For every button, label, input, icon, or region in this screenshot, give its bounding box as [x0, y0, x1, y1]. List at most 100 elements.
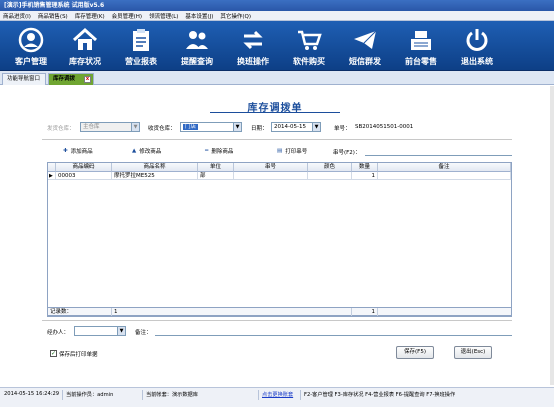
recv-warehouse-value: 门店 [183, 124, 199, 130]
serial-label: 串号(F2)： [333, 150, 361, 156]
change-account-link[interactable]: 点击更换账套 [262, 391, 293, 398]
triangle-up-icon: ▲ [132, 148, 137, 154]
menu-bar: 商品进货(I) 商品销售(S) 库存管理(K) 会员管理(H) 领流管理(L) … [0, 11, 554, 21]
divider [42, 139, 512, 140]
toolbar-shift-button[interactable]: 换班操作 [225, 21, 281, 71]
status-datetime: 2014-05-15 16:24:29 [4, 391, 60, 397]
record-count-value: 1 [112, 308, 352, 316]
add-item-button[interactable]: ✚ 添加商品 [63, 147, 93, 155]
cell-unit[interactable]: 部 [198, 172, 234, 180]
cell-color[interactable] [308, 172, 352, 180]
divider [42, 320, 512, 321]
status-operator: 当前操作员：admin [66, 392, 114, 398]
status-hotkeys: F2-客户管理 F3-库存状况 F4-营业报表 F6-提醒查询 F7-换班操作 [304, 392, 456, 398]
users-icon [182, 25, 212, 55]
printer-icon: ▤ [277, 148, 283, 154]
row-indicator: ▶ [48, 172, 56, 180]
chevron-down-icon: ▼ [131, 123, 139, 131]
toolbar-retail-button[interactable]: 前台零售 [393, 21, 449, 71]
title-underline [210, 112, 340, 113]
status-divider [258, 390, 259, 400]
menu-item-sales[interactable]: 商品销售(S) [38, 12, 68, 20]
chevron-down-icon: ▼ [233, 123, 241, 131]
toolbar-buy-button[interactable]: 软件购买 [281, 21, 337, 71]
tab-transfer-label: 库存调拨 [53, 76, 76, 82]
mail-icon [350, 25, 380, 55]
print-after-save-label: 保存后打印单据 [59, 352, 98, 358]
column-header[interactable]: 备注 [378, 163, 511, 172]
column-header[interactable]: 颜色 [308, 163, 352, 172]
status-bar: 2014-05-15 16:24:29 当前操作员：admin 当前帐套：演示数… [0, 387, 554, 407]
total-qty: 1 [352, 308, 378, 316]
order-number-label: 单号： [334, 126, 351, 132]
cell-code[interactable]: 00003 [56, 172, 112, 180]
toolbar-reminder-button[interactable]: 提醒查询 [169, 21, 225, 71]
cell-name[interactable]: 摩托罗拉ME525 [112, 172, 198, 180]
chevron-down-icon: ▼ [117, 327, 125, 335]
send-warehouse-label: 发货仓库： [47, 126, 75, 132]
status-account: 当前帐套：演示数据库 [146, 392, 198, 398]
main-toolbar: 客户管理 库存状况 营业报表 提醒查询 换班操作 软件购买 短信群发 前台零售 … [0, 21, 554, 71]
grid-footer: 记录数： 1 1 [47, 307, 512, 316]
date-label: 日期： [251, 126, 268, 132]
delete-item-button[interactable]: ━ 删除商品 [205, 147, 233, 155]
column-header[interactable]: 商品名称 [112, 163, 198, 172]
power-icon [462, 25, 492, 55]
register-icon [406, 25, 436, 55]
items-grid: 商品编码 商品名称 单位 串号 颜色 数量 备注 ▶ 00003 摩托罗拉ME5… [47, 162, 512, 317]
column-header[interactable]: 单位 [198, 163, 234, 172]
menu-item-flow[interactable]: 领流管理(L) [149, 12, 178, 20]
status-divider [62, 390, 63, 400]
clipboard-icon [126, 25, 156, 55]
cart-icon [294, 25, 324, 55]
column-header[interactable]: 串号 [234, 163, 308, 172]
column-header[interactable]: 数量 [352, 163, 378, 172]
toolbar-sms-button[interactable]: 短信群发 [337, 21, 393, 71]
recv-warehouse-select[interactable]: 门店 ▼ [180, 122, 242, 132]
tab-navigation[interactable]: 功能导航窗口 [2, 73, 46, 85]
menu-item-settings[interactable]: 基本设置(J) [185, 12, 213, 20]
menu-item-other[interactable]: 其它操作(Q) [220, 12, 251, 20]
menu-item-member[interactable]: 会员管理(H) [112, 12, 142, 20]
menu-item-purchase[interactable]: 商品进货(I) [3, 12, 31, 20]
status-divider [300, 390, 301, 400]
toolbar-report-button[interactable]: 营业报表 [113, 21, 169, 71]
menu-item-stock[interactable]: 库存管理(K) [75, 12, 105, 20]
column-header[interactable]: 商品编码 [56, 163, 112, 172]
edit-item-button[interactable]: ▲ 修改商品 [132, 147, 161, 155]
cell-qty[interactable]: 1 [352, 172, 378, 180]
tab-transfer[interactable]: 库存调拨 x [48, 73, 94, 85]
home-icon [70, 25, 100, 55]
customer-icon [16, 25, 46, 55]
date-value: 2014-05-15 [274, 124, 306, 130]
send-warehouse-value: 主仓库 [83, 124, 100, 130]
save-button[interactable]: 保存(F5) [396, 346, 434, 359]
status-divider [142, 390, 143, 400]
toolbar-customer-button[interactable]: 客户管理 [3, 21, 59, 71]
row-indicator-header [48, 163, 56, 172]
minus-icon: ━ [205, 148, 209, 154]
toolbar-exit-button[interactable]: 退出系统 [449, 21, 505, 71]
cell-serial[interactable] [234, 172, 308, 180]
order-number-value: SB2014051501-0001 [355, 124, 414, 130]
handler-label: 经办人： [47, 330, 70, 336]
close-icon[interactable]: x [84, 76, 91, 83]
serial-input[interactable] [365, 155, 512, 156]
tab-strip: 功能导航窗口 库存调拨 x [0, 71, 554, 85]
swap-icon [238, 25, 268, 55]
print-serial-button[interactable]: ▤ 打印串号 [277, 147, 307, 155]
exit-button[interactable]: 退出(Esc) [454, 346, 492, 359]
scrollbar[interactable] [550, 86, 554, 385]
print-after-save-checkbox[interactable]: ✓ [50, 350, 57, 357]
handler-select[interactable]: ▼ [74, 326, 126, 336]
toolbar-stock-button[interactable]: 库存状况 [57, 21, 113, 71]
plus-icon: ✚ [63, 148, 68, 154]
window-title: [演示]手机销售管理系统 试用版v5.6 [0, 0, 554, 11]
send-warehouse-select: 主仓库 ▼ [80, 122, 140, 132]
chevron-down-icon: ▼ [312, 123, 320, 131]
recv-warehouse-label: 收货仓库： [148, 126, 176, 132]
note-label: 备注： [135, 330, 152, 336]
cell-note[interactable] [378, 172, 511, 180]
date-picker[interactable]: 2014-05-15 ▼ [271, 122, 321, 132]
note-input[interactable] [155, 335, 512, 336]
